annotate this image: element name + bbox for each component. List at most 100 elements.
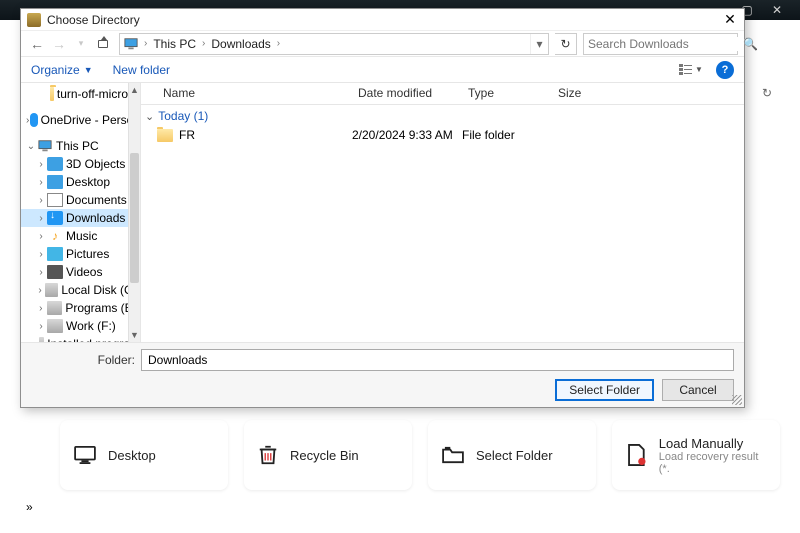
resize-grip[interactable] [732, 395, 742, 405]
tree-item-desktop[interactable]: ›Desktop [21, 173, 140, 191]
search-input[interactable] [588, 37, 743, 51]
card-desktop-label: Desktop [108, 448, 156, 463]
tree-item-label: Desktop [66, 175, 110, 189]
group-label: Today (1) [158, 109, 208, 123]
tree-item-label: Music [66, 229, 97, 243]
card-load-manually-label: Load Manually [659, 436, 766, 451]
tree-item-3d-objects[interactable]: ›3D Objects [21, 155, 140, 173]
tree-item-videos[interactable]: ›Videos [21, 263, 140, 281]
drive-icon [47, 301, 63, 315]
drive-icon [39, 337, 44, 342]
tree-item-pictures[interactable]: ›Pictures [21, 245, 140, 263]
card-select-folder-label: Select Folder [476, 448, 553, 463]
scroll-up-button[interactable]: ▲ [129, 83, 140, 97]
folder-icon [157, 129, 173, 142]
new-folder-button[interactable]: New folder [113, 63, 170, 77]
tree-item-label: Documents [66, 193, 127, 207]
tree-scrollbar[interactable]: ▲ ▼ [128, 83, 140, 342]
card-load-manually[interactable]: Load Manually Load recovery result (*. [612, 420, 780, 490]
tree-item-label: Pictures [66, 247, 109, 261]
search-box[interactable]: 🔍 [583, 33, 738, 55]
dialog-toolbar: Organize ▼ New folder ▼ ? [21, 57, 744, 83]
nav-recent-dropdown[interactable]: ▾ [71, 34, 91, 54]
group-today[interactable]: ⌄ Today (1) [141, 105, 744, 125]
nav-back-button[interactable]: ← [27, 34, 47, 54]
chevron-down-icon: ⌄ [145, 110, 154, 123]
file-row[interactable]: FR 2/20/2024 9:33 AM File folder [141, 125, 744, 145]
desktop-icon [74, 446, 96, 464]
tree-item-work-f[interactable]: ›Work (F:) [21, 317, 140, 335]
tree-item-onedrive[interactable]: ›OneDrive - Person [21, 111, 140, 129]
tree-item-label: This PC [56, 139, 99, 153]
folder-tree: turn-off-microsc ›OneDrive - Person ⌄Thi… [21, 83, 141, 342]
breadcrumb-downloads[interactable]: Downloads [207, 37, 274, 51]
list-view-icon [679, 64, 693, 76]
tree-item-local-disk-c[interactable]: ›Local Disk (C:) [21, 281, 140, 299]
dialog-title: Choose Directory [47, 13, 716, 27]
card-select-folder[interactable]: Select Folder [428, 420, 596, 490]
file-type: File folder [462, 128, 552, 142]
app-close-button[interactable]: ✕ [762, 3, 792, 17]
recycle-bin-icon [258, 444, 278, 466]
music-icon: ♪ [47, 229, 63, 243]
tree-item-this-pc[interactable]: ⌄This PC [21, 137, 140, 155]
column-size[interactable]: Size [552, 83, 612, 104]
document-icon [626, 444, 647, 466]
search-icon: 🔍 [743, 37, 758, 51]
videos-icon [47, 265, 63, 279]
desktop-icon [47, 175, 63, 189]
tree-item[interactable]: turn-off-microsc [21, 85, 140, 103]
help-button[interactable]: ? [716, 61, 734, 79]
file-list: Name Date modified Type Size ⌄ Today (1)… [141, 83, 744, 342]
dialog-footer: Folder: Select Folder Cancel [21, 342, 744, 407]
scroll-down-button[interactable]: ▼ [129, 328, 140, 342]
chevron-right-icon[interactable]: › [142, 38, 149, 49]
scroll-thumb[interactable] [130, 153, 139, 283]
column-date[interactable]: Date modified [352, 83, 462, 104]
downloads-icon [47, 211, 63, 225]
select-folder-button[interactable]: Select Folder [555, 379, 654, 401]
tree-item-downloads[interactable]: ›Downloads [21, 209, 140, 227]
chevron-right-icon[interactable]: › [200, 38, 207, 49]
choose-directory-dialog: Choose Directory ✕ ← → ▾ › This PC › Dow… [20, 8, 745, 408]
tree-item-music[interactable]: ›♪Music [21, 227, 140, 245]
tree-item-label: Downloads [66, 211, 125, 225]
cloud-icon [30, 113, 37, 127]
view-options-button[interactable]: ▼ [676, 60, 706, 80]
address-history-dropdown[interactable]: ▾ [530, 34, 548, 54]
column-type[interactable]: Type [462, 83, 552, 104]
tree-item-label: OneDrive - Person [41, 113, 140, 127]
dialog-close-button[interactable]: ✕ [716, 11, 744, 28]
chevron-down-icon: ▼ [84, 65, 93, 75]
expand-sidebar-icon[interactable]: » [26, 500, 33, 514]
dialog-titlebar: Choose Directory ✕ [21, 9, 744, 31]
dialog-app-icon [27, 13, 41, 27]
card-desktop[interactable]: Desktop [60, 420, 228, 490]
address-refresh-button[interactable]: ↻ [555, 33, 577, 55]
folder-name-input[interactable] [141, 349, 734, 371]
column-name[interactable]: Name [157, 83, 352, 104]
breadcrumb-this-pc[interactable]: This PC [149, 37, 200, 51]
file-list-header: Name Date modified Type Size [141, 83, 744, 105]
pc-icon [37, 139, 53, 153]
chevron-right-icon[interactable]: › [275, 38, 282, 49]
tree-item-label: 3D Objects [66, 157, 125, 171]
page-refresh-icon[interactable]: ↻ [762, 86, 772, 100]
card-load-manually-sub: Load recovery result (*. [659, 451, 766, 475]
tree-item-label: Installed program [47, 337, 140, 342]
pictures-icon [47, 247, 63, 261]
nav-up-button[interactable] [93, 34, 113, 54]
file-name: FR [179, 128, 195, 142]
card-recycle-bin[interactable]: Recycle Bin [244, 420, 412, 490]
tree-item-documents[interactable]: ›Documents [21, 191, 140, 209]
cancel-button[interactable]: Cancel [662, 379, 734, 401]
documents-icon [47, 193, 63, 207]
tree-item-installed-programs[interactable]: ›Installed program [21, 335, 140, 342]
objects-icon [47, 157, 63, 171]
organize-menu[interactable]: Organize ▼ [31, 63, 93, 77]
nav-forward-button[interactable]: → [49, 34, 69, 54]
tree-item-programs-e[interactable]: ›Programs (E:) [21, 299, 140, 317]
address-bar[interactable]: › This PC › Downloads › ▾ [119, 33, 549, 55]
folder-field-label: Folder: [31, 353, 141, 367]
dialog-navbar: ← → ▾ › This PC › Downloads › ▾ ↻ 🔍 [21, 31, 744, 57]
